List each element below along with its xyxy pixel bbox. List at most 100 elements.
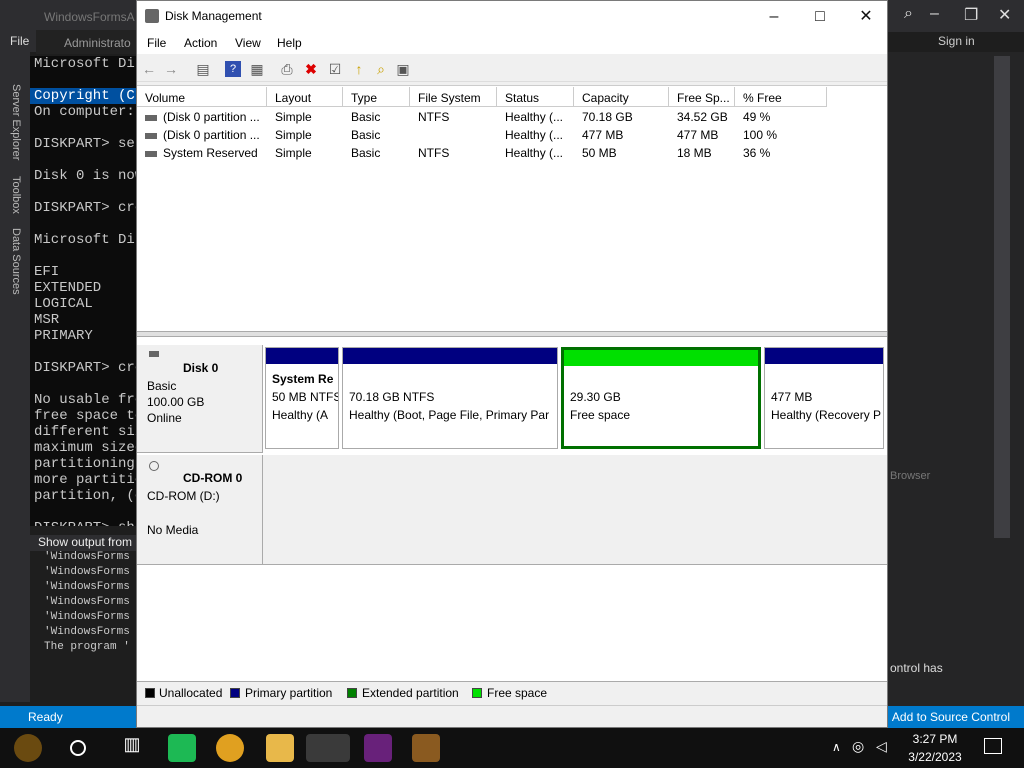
table-cell[interactable]: 50 MB bbox=[574, 146, 669, 164]
column-header[interactable]: Volume bbox=[137, 87, 267, 107]
legend-free: Free space bbox=[487, 686, 548, 700]
disk0-state: Online bbox=[147, 411, 182, 425]
vs-scrollbar[interactable] bbox=[994, 56, 1010, 538]
partition-free-space[interactable]: 29.30 GB Free space bbox=[561, 347, 761, 449]
menu-help[interactable]: Help bbox=[277, 36, 302, 50]
table-cell[interactable]: 34.52 GB bbox=[669, 110, 735, 128]
console-tree-icon[interactable]: ▤ bbox=[195, 61, 211, 77]
volume-icon[interactable]: ◁ bbox=[876, 738, 887, 755]
column-header[interactable]: Free Sp... bbox=[669, 87, 735, 107]
column-header[interactable]: Layout bbox=[267, 87, 343, 107]
console-line: MSR bbox=[34, 312, 60, 328]
clock[interactable]: 3:27 PM 3/22/2023 bbox=[900, 732, 970, 764]
column-header[interactable]: Status bbox=[497, 87, 574, 107]
table-cell[interactable]: Healthy (... bbox=[497, 110, 574, 128]
search-folder-icon[interactable]: ⌕ bbox=[373, 61, 389, 77]
partition-status: Free space bbox=[570, 408, 631, 422]
primary-bar bbox=[266, 348, 338, 364]
column-header[interactable]: % Free bbox=[735, 87, 827, 107]
start-icon[interactable] bbox=[14, 734, 42, 762]
dm-maximize-button[interactable]: □ bbox=[797, 1, 843, 32]
network-icon[interactable]: ◎ bbox=[852, 738, 864, 755]
chrome-icon[interactable] bbox=[216, 734, 244, 762]
table-cell[interactable]: Simple bbox=[267, 128, 343, 146]
search-icon[interactable] bbox=[70, 740, 86, 756]
table-cell[interactable]: NTFS bbox=[410, 110, 497, 128]
folder-up-icon[interactable]: ↑ bbox=[351, 61, 367, 77]
console-line: On computer: bbox=[34, 104, 135, 120]
volume-name[interactable]: (Disk 0 partition ... bbox=[137, 110, 267, 128]
menu-file[interactable]: File bbox=[147, 36, 166, 50]
notifications-icon[interactable] bbox=[984, 738, 1002, 754]
browser-label: Browser bbox=[890, 470, 931, 482]
table-cell[interactable]: 100 % bbox=[735, 128, 827, 146]
task-view-icon[interactable]: ▥ bbox=[118, 734, 146, 762]
output-text-right: ontrol has bbox=[890, 661, 943, 675]
taskbar: ▥ ∧ ◎ ◁ 3:27 PM 3/22/2023 bbox=[0, 728, 1024, 768]
volume-name[interactable]: System Reserved bbox=[137, 146, 267, 164]
server-explorer-tab[interactable]: Server Explorer bbox=[10, 84, 22, 160]
table-cell[interactable]: Simple bbox=[267, 110, 343, 128]
table-cell[interactable] bbox=[410, 128, 497, 146]
toolbox-tab[interactable]: Toolbox bbox=[10, 176, 22, 214]
close-icon[interactable]: ✕ bbox=[998, 5, 1011, 25]
dm-close-button[interactable]: ✕ bbox=[843, 1, 889, 32]
table-cell[interactable]: Basic bbox=[343, 128, 410, 146]
minimize-icon[interactable]: – bbox=[930, 5, 939, 23]
column-header[interactable]: Type bbox=[343, 87, 410, 107]
table-cell[interactable]: 477 MB bbox=[669, 128, 735, 146]
visual-studio-icon[interactable] bbox=[364, 734, 392, 762]
partition-recovery[interactable]: 477 MB Healthy (Recovery P bbox=[764, 347, 884, 449]
app-icon[interactable] bbox=[412, 734, 440, 762]
search-icon[interactable]: ⌕ bbox=[904, 5, 913, 23]
table-cell[interactable]: Basic bbox=[343, 146, 410, 164]
check-icon[interactable]: ☑ bbox=[327, 61, 343, 77]
tray-chevron-icon[interactable]: ∧ bbox=[832, 740, 841, 754]
column-header[interactable]: Capacity bbox=[574, 87, 669, 107]
restore-icon[interactable]: ❐ bbox=[964, 5, 978, 25]
cdrom-label[interactable]: CD-ROM 0 CD-ROM (D:) No Media bbox=[137, 455, 263, 565]
diskpart-console[interactable]: Microsoft Dis Copyright (C) On computer: DI… bbox=[30, 56, 136, 526]
file-explorer-icon[interactable] bbox=[266, 734, 294, 762]
console-line: DISKPART> shu bbox=[30, 520, 136, 526]
table-cell[interactable]: 18 MB bbox=[669, 146, 735, 164]
admin-console-tab[interactable]: Administrato bbox=[36, 30, 136, 54]
console-line: partitioning bbox=[34, 456, 135, 472]
volume-name[interactable]: (Disk 0 partition ... bbox=[137, 128, 267, 146]
partition-c[interactable]: 70.18 GB NTFS Healthy (Boot, Page File, … bbox=[342, 347, 558, 449]
menu-action[interactable]: Action bbox=[184, 36, 217, 50]
dm-minimize-button[interactable]: – bbox=[751, 1, 797, 32]
vs-menu-file[interactable]: File bbox=[10, 34, 29, 48]
table-cell[interactable]: NTFS bbox=[410, 146, 497, 164]
data-sources-tab[interactable]: Data Sources bbox=[10, 228, 22, 295]
help-icon[interactable]: ? bbox=[225, 61, 241, 77]
connect-icon[interactable]: ⎙ bbox=[279, 61, 295, 77]
console-line: DISKPART> sel bbox=[34, 136, 136, 152]
disk-management-taskbar-icon[interactable] bbox=[306, 734, 350, 762]
delete-icon[interactable]: ✖ bbox=[303, 61, 319, 77]
partition-system-reserved[interactable]: System Re 50 MB NTFS Healthy (A bbox=[265, 347, 339, 449]
sign-in-link[interactable]: Sign in bbox=[938, 34, 975, 48]
table-cell[interactable]: Basic bbox=[343, 110, 410, 128]
legend-extended: Extended partition bbox=[362, 686, 459, 700]
table-cell[interactable]: 49 % bbox=[735, 110, 827, 128]
table-cell[interactable]: Simple bbox=[267, 146, 343, 164]
table-cell[interactable]: 36 % bbox=[735, 146, 827, 164]
list-view-icon[interactable]: ▣ bbox=[395, 61, 411, 77]
add-to-source-control[interactable]: Add to Source Control bbox=[892, 710, 1010, 724]
table-cell[interactable]: 477 MB bbox=[574, 128, 669, 146]
output-line: 'WindowsForms bbox=[44, 581, 130, 593]
forward-icon[interactable]: → bbox=[163, 61, 179, 77]
spotify-icon[interactable] bbox=[168, 734, 196, 762]
table-cell[interactable]: 70.18 GB bbox=[574, 110, 669, 128]
console-line: maximum sized bbox=[34, 440, 136, 456]
table-cell[interactable]: Healthy (... bbox=[497, 128, 574, 146]
partition-size: 70.18 GB NTFS bbox=[349, 390, 435, 404]
column-header[interactable]: File System bbox=[410, 87, 497, 107]
properties-icon[interactable]: ▦ bbox=[249, 61, 265, 77]
disk0-label[interactable]: Disk 0 Basic 100.00 GB Online bbox=[137, 345, 263, 453]
back-icon[interactable]: ← bbox=[141, 61, 157, 77]
table-cell[interactable]: Healthy (... bbox=[497, 146, 574, 164]
menu-view[interactable]: View bbox=[235, 36, 261, 50]
